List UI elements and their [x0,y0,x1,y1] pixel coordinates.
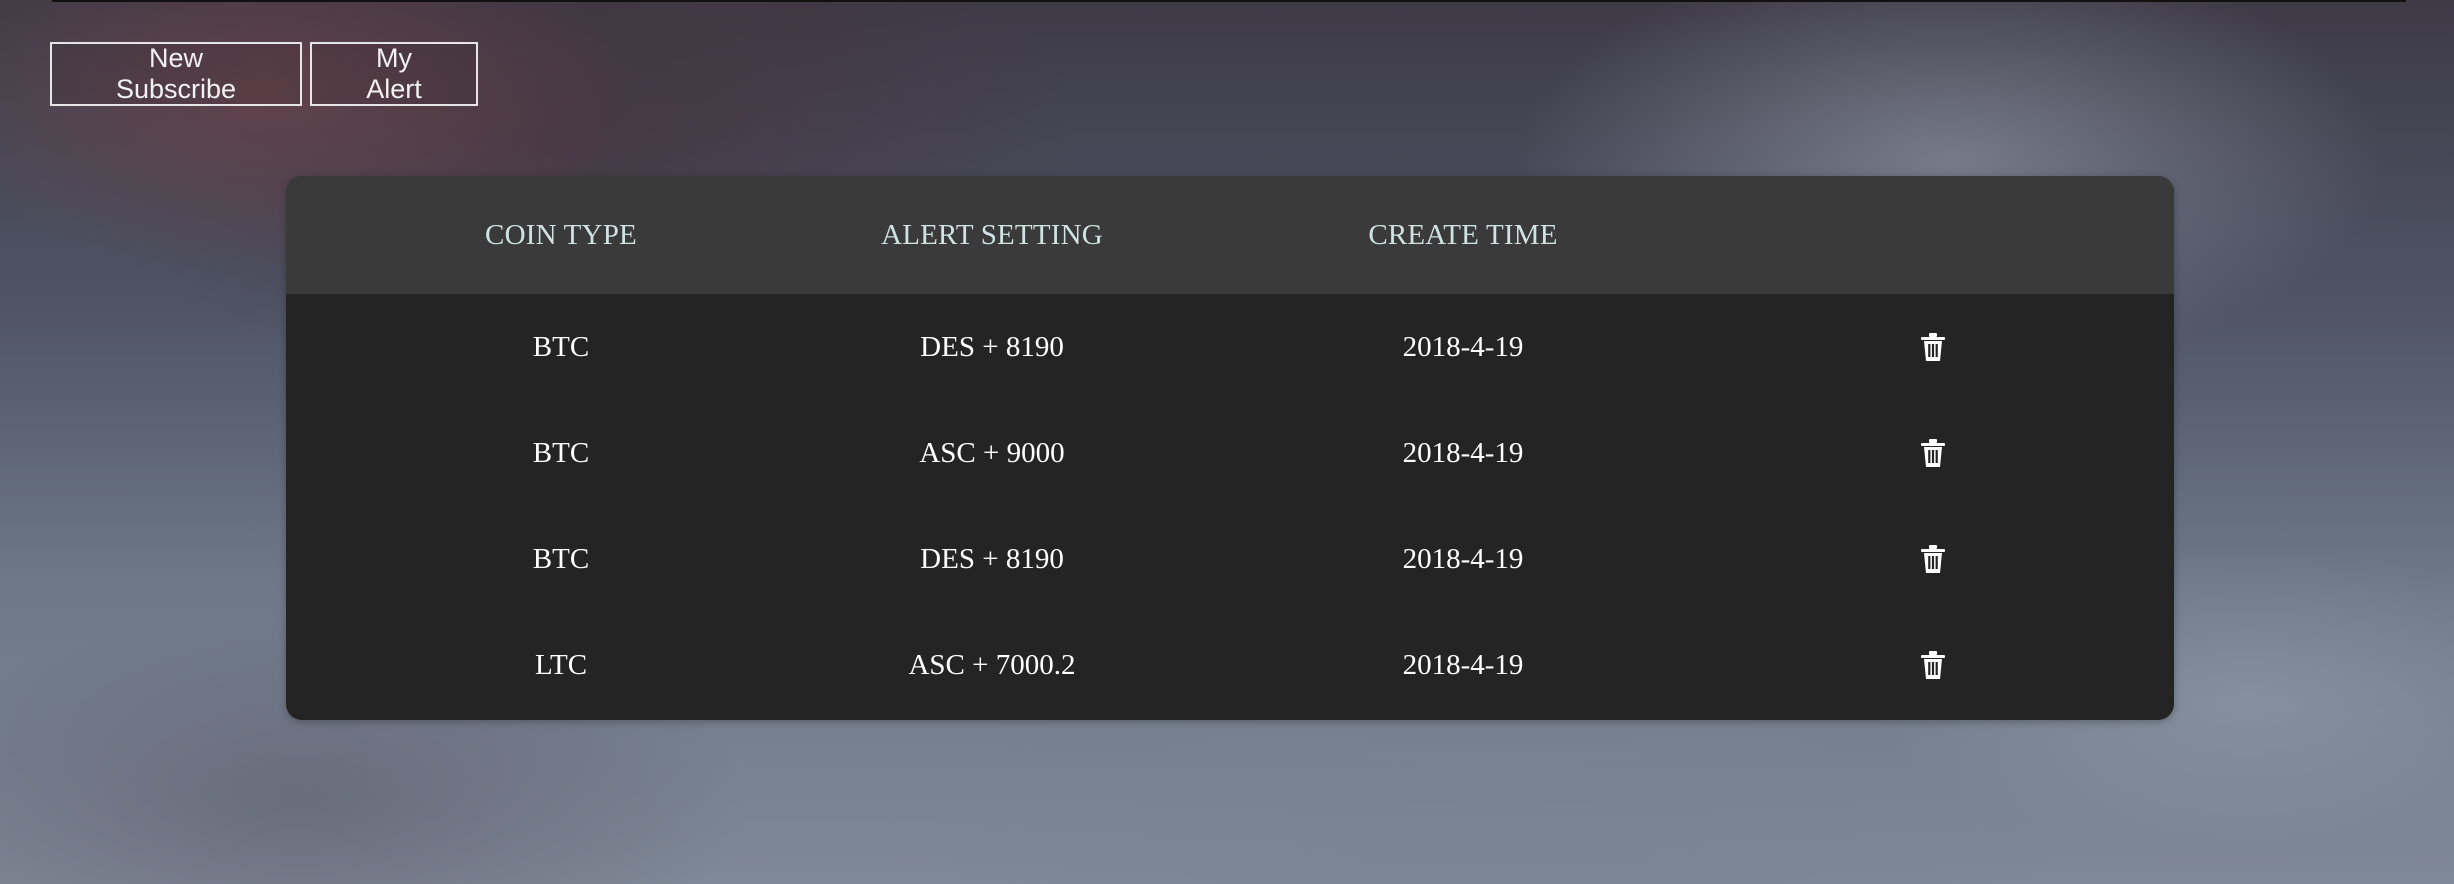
my-alert-button[interactable]: My Alert [310,42,478,106]
alert-setting-cell: DES + 8190 [920,330,1064,363]
trash-icon[interactable] [1919,438,1947,468]
table-header: COIN TYPE ALERT SETTING CREATE TIME [286,176,2174,294]
alert-setting-cell: ASC + 7000.2 [908,648,1076,681]
new-subscribe-button[interactable]: New Subscribe [50,42,302,106]
alert-table: COIN TYPE ALERT SETTING CREATE TIME BTC … [286,176,2174,720]
table-row: LTC ASC + 7000.2 2018-4-19 [286,612,2174,718]
delete-action-cell [1778,650,2088,680]
alert-setting-cell: ASC + 9000 [919,436,1065,469]
coin-type-cell: LTC [534,648,588,681]
column-header-coin-type: COIN TYPE [485,218,637,251]
table-row: BTC DES + 8190 2018-4-19 [286,294,2174,400]
coin-type-cell: BTC [532,330,590,363]
create-time-cell: 2018-4-19 [1402,436,1524,469]
table-row: BTC ASC + 9000 2018-4-19 [286,400,2174,506]
create-time-cell: 2018-4-19 [1402,648,1524,681]
coin-type-cell: BTC [532,436,590,469]
column-header-alert-setting: ALERT SETTING [881,218,1103,251]
toolbar: New Subscribe My Alert [50,42,478,106]
create-time-cell: 2018-4-19 [1402,542,1524,575]
delete-action-cell [1778,332,2088,362]
trash-icon[interactable] [1919,544,1947,574]
table-row: BTC DES + 8190 2018-4-19 [286,506,2174,612]
top-divider [52,0,2406,2]
create-time-cell: 2018-4-19 [1402,330,1524,363]
alert-setting-cell: DES + 8190 [920,542,1064,575]
delete-action-cell [1778,544,2088,574]
delete-action-cell [1778,438,2088,468]
coin-type-cell: BTC [532,542,590,575]
trash-icon[interactable] [1919,650,1947,680]
trash-icon[interactable] [1919,332,1947,362]
column-header-create-time: CREATE TIME [1368,218,1558,251]
table-body: BTC DES + 8190 2018-4-19 BTC ASC + 9000 … [286,294,2174,718]
